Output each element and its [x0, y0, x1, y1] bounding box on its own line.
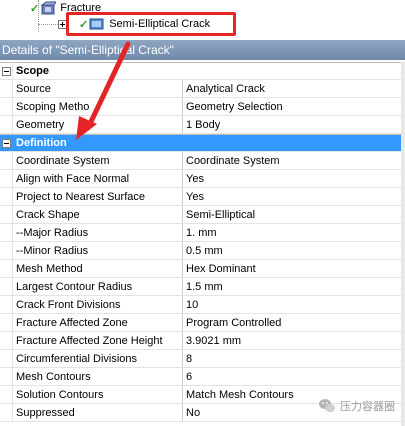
property-name: --Minor Radius — [13, 242, 183, 259]
property-row[interactable]: Mesh Contours 6 — [0, 368, 401, 386]
gutter — [0, 260, 13, 277]
property-name: Crack Shape — [13, 206, 183, 223]
property-name: Mesh Contours — [13, 368, 183, 385]
property-value[interactable]: 3.9021 mm — [183, 332, 401, 349]
collapse-icon[interactable] — [1, 66, 11, 76]
property-row[interactable]: Geometry 1 Body — [0, 116, 401, 134]
property-name: Source — [13, 80, 183, 97]
watermark: 压力容器圈 — [318, 398, 395, 414]
fracture-folder-icon — [40, 1, 57, 15]
gutter — [0, 116, 13, 133]
gutter — [0, 206, 13, 223]
property-row[interactable]: Coordinate System Coordinate System — [0, 152, 401, 170]
check-icon: ✓ — [30, 2, 40, 15]
gutter — [0, 350, 13, 367]
property-row[interactable]: Crack Shape Semi-Elliptical — [0, 206, 401, 224]
property-value[interactable]: 0.5 mm — [183, 242, 401, 259]
property-row[interactable]: Scoping Metho Geometry Selection — [0, 98, 401, 116]
property-name: Crack Front Divisions — [13, 296, 183, 313]
gutter — [0, 80, 13, 97]
property-name: Circumferential Divisions — [13, 350, 183, 367]
property-value[interactable]: 10 — [183, 296, 401, 313]
gutter — [0, 368, 13, 385]
property-row[interactable]: Align with Face Normal Yes — [0, 170, 401, 188]
property-value[interactable]: Semi-Elliptical — [183, 206, 401, 223]
gutter — [0, 386, 13, 403]
property-value[interactable]: 1.5 mm — [183, 278, 401, 295]
property-value[interactable]: 1 Body — [183, 116, 401, 133]
gutter — [0, 224, 13, 241]
gutter — [0, 188, 13, 205]
property-name: Geometry — [13, 116, 183, 133]
property-value[interactable]: Coordinate System — [183, 152, 401, 169]
property-name: Suppressed — [13, 404, 183, 421]
property-name: Project to Nearest Surface — [13, 188, 183, 205]
gutter — [0, 152, 13, 169]
property-row[interactable]: Fracture Affected Zone Program Controlle… — [0, 314, 401, 332]
annotation-highlight-box — [66, 12, 236, 36]
details-title-bar: Details of "Semi-Elliptical Crack" — [0, 40, 405, 60]
details-property-grid: Scope Source Analytical Crack Scoping Me… — [0, 62, 401, 422]
property-row[interactable]: Circumferential Divisions 8 — [0, 350, 401, 368]
vertical-scrollbar[interactable] — [401, 62, 405, 426]
details-title: Details of "Semi-Elliptical Crack" — [2, 43, 174, 57]
outline-tree: ✓ Fracture ✓ Semi-Elliptical Crack — [0, 0, 405, 40]
property-name: Mesh Method — [13, 260, 183, 277]
property-row[interactable]: Mesh Method Hex Dominant — [0, 260, 401, 278]
property-row[interactable]: Largest Contour Radius 1.5 mm — [0, 278, 401, 296]
property-name: Solution Contours — [13, 386, 183, 403]
property-name: Largest Contour Radius — [13, 278, 183, 295]
gutter — [0, 314, 13, 331]
gutter — [0, 63, 13, 79]
gutter — [0, 332, 13, 349]
property-value[interactable]: 1. mm — [183, 224, 401, 241]
watermark-text: 压力容器圈 — [340, 401, 395, 413]
property-value[interactable]: Yes — [183, 170, 401, 187]
property-row[interactable]: Fracture Affected Zone Height 3.9021 mm — [0, 332, 401, 350]
property-name: Align with Face Normal — [13, 170, 183, 187]
property-value[interactable]: Hex Dominant — [183, 260, 401, 277]
property-value[interactable]: Geometry Selection — [183, 98, 401, 115]
property-value[interactable]: Analytical Crack — [183, 80, 401, 97]
property-row[interactable]: Project to Nearest Surface Yes — [0, 188, 401, 206]
group-title: Definition — [16, 137, 67, 149]
wechat-icon — [319, 399, 335, 412]
collapse-icon[interactable] — [1, 138, 11, 148]
gutter — [0, 404, 13, 421]
group-header-scope[interactable]: Scope — [0, 62, 401, 80]
property-name: Scoping Metho — [13, 98, 183, 115]
property-row[interactable]: --Minor Radius 0.5 mm — [0, 242, 401, 260]
gutter — [0, 170, 13, 187]
gutter — [0, 278, 13, 295]
property-value[interactable]: Program Controlled — [183, 314, 401, 331]
property-name: Fracture Affected Zone Height — [13, 332, 183, 349]
property-value[interactable]: Yes — [183, 188, 401, 205]
property-row[interactable]: Crack Front Divisions 10 — [0, 296, 401, 314]
gutter — [0, 242, 13, 259]
property-row[interactable]: --Major Radius 1. mm — [0, 224, 401, 242]
gutter — [0, 135, 13, 151]
property-value[interactable]: 6 — [183, 368, 401, 385]
property-name: Coordinate System — [13, 152, 183, 169]
property-name: --Major Radius — [13, 224, 183, 241]
group-header-definition[interactable]: Definition — [0, 134, 401, 152]
property-value[interactable]: 8 — [183, 350, 401, 367]
gutter — [0, 296, 13, 313]
property-name: Fracture Affected Zone — [13, 314, 183, 331]
property-row[interactable]: Source Analytical Crack — [0, 80, 401, 98]
tree-connector — [38, 24, 60, 25]
group-title: Scope — [16, 65, 50, 77]
gutter — [0, 98, 13, 115]
